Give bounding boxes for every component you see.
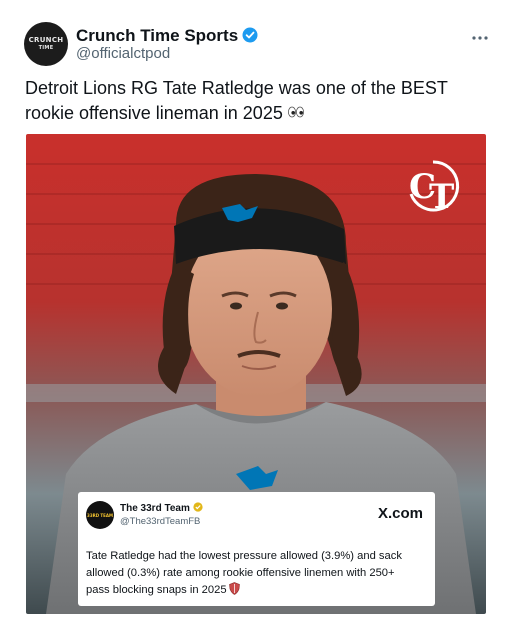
verified-badge-icon — [242, 27, 258, 48]
quoted-post-text: Tate Ratledge had the lowest pressure al… — [86, 548, 416, 601]
eyes-emoji-icon — [287, 100, 305, 124]
quoted-author-name-text: The 33rd Team — [120, 503, 190, 514]
avatar-logo-line2: TIME — [38, 45, 54, 51]
ct-watermark-logo: C T — [403, 156, 463, 217]
author-handle[interactable]: @officialctpod — [76, 45, 170, 62]
post-text-body: Detroit Lions RG Tate Ratledge was one o… — [25, 78, 448, 123]
quoted-author-name[interactable]: The 33rd Team — [120, 502, 203, 515]
post-text: Detroit Lions RG Tate Ratledge was one o… — [25, 76, 490, 125]
avatar-logo: CRUNCH TIME — [29, 36, 64, 52]
avatar-logo-line1: CRUNCH — [28, 36, 64, 44]
shield-emoji-icon — [228, 582, 240, 601]
more-options-icon[interactable] — [470, 30, 490, 46]
x-com-brand: X.com — [377, 505, 423, 522]
post-media[interactable]: C T 33RD TEAM The 33rd Team @The33rdTeam… — [26, 134, 486, 614]
svg-text:T: T — [429, 177, 454, 216]
quoted-avatar-label: 33RD TEAM — [87, 512, 113, 518]
quoted-post-text-body: Tate Ratledge had the lowest pressure al… — [86, 550, 402, 596]
quoted-avatar[interactable]: 33RD TEAM — [86, 501, 114, 529]
post-header: CRUNCH TIME Crunch Time Sports @official… — [24, 22, 494, 70]
gold-verified-icon — [193, 502, 203, 515]
quoted-author-handle[interactable]: @The33rdTeamFB — [120, 516, 200, 527]
author-avatar[interactable]: CRUNCH TIME — [24, 22, 68, 66]
quoted-post-card[interactable]: 33RD TEAM The 33rd Team @The33rdTeamFB X… — [78, 492, 435, 606]
author-display-name[interactable]: Crunch Time Sports — [76, 26, 238, 45]
